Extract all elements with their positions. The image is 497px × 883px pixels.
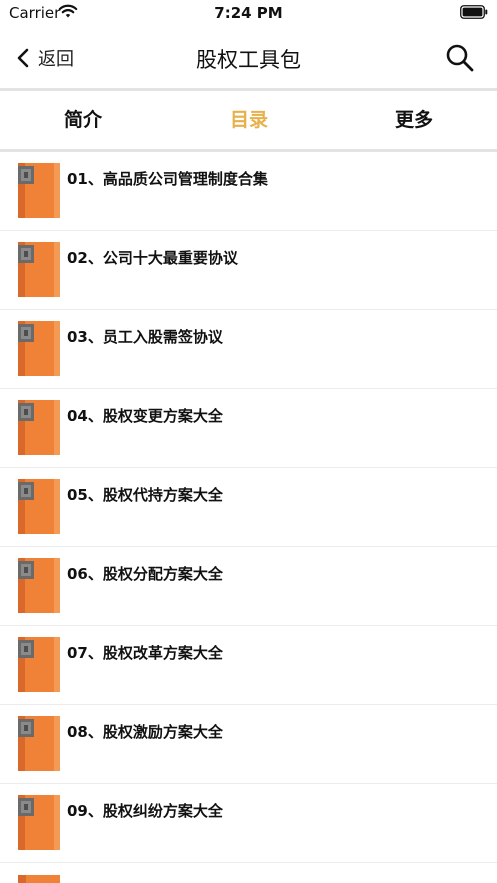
list-item[interactable]: 09、股权纠纷方案大全 (0, 784, 497, 863)
status-bar: Carrier 7:24 PM (0, 0, 497, 26)
battery-icon (460, 5, 488, 19)
list-item[interactable]: 05、股权代持方案大全 (0, 468, 497, 547)
list-item[interactable]: 02、公司十大最重要协议 (0, 231, 497, 310)
list-item-title: 07、股权改革方案大全 (67, 644, 223, 662)
book-icon (18, 400, 60, 455)
list-item-title: 02、公司十大最重要协议 (67, 249, 238, 267)
list-item[interactable]: 07、股权改革方案大全 (0, 626, 497, 705)
tab-contents[interactable]: 目录 (189, 91, 309, 149)
list-item[interactable]: 08、股权激励方案大全 (0, 705, 497, 784)
list-item-title: 01、高品质公司管理制度合集 (67, 170, 268, 188)
tab-more[interactable]: 更多 (354, 91, 474, 149)
list-item[interactable]: 04、股权变更方案大全 (0, 389, 497, 468)
chevron-left-icon (17, 48, 29, 68)
list-item-title: 08、股权激励方案大全 (67, 723, 223, 741)
contents-list: 01、高品质公司管理制度合集 02、公司十大最重要协议 03、员工入股需签协议 04、… (0, 152, 497, 863)
navigation-bar: 返回 股权工具包 (0, 26, 497, 88)
list-item[interactable]: 03、员工入股需签协议 (0, 310, 497, 389)
segment-tab-bar: 简介 目录 更多 (0, 88, 497, 152)
list-item[interactable]: 01、高品质公司管理制度合集 (0, 152, 497, 231)
status-time: 7:24 PM (214, 4, 283, 22)
list-item-title: 06、股权分配方案大全 (67, 565, 223, 583)
book-icon (18, 321, 60, 376)
list-item-title: 05、股权代持方案大全 (67, 486, 223, 504)
book-icon (18, 716, 60, 771)
book-icon (18, 242, 60, 297)
list-item-title: 03、员工入股需签协议 (67, 328, 223, 346)
back-label: 返回 (38, 49, 74, 70)
book-icon (18, 637, 60, 692)
book-icon (18, 875, 60, 883)
book-icon (18, 795, 60, 850)
book-icon (18, 558, 60, 613)
book-icon (18, 163, 60, 218)
list-item[interactable]: 06、股权分配方案大全 (0, 547, 497, 626)
page-title: 股权工具包 (196, 48, 301, 72)
tab-intro[interactable]: 简介 (23, 91, 143, 149)
list-item-title: 04、股权变更方案大全 (67, 407, 223, 425)
list-item-title: 09、股权纠纷方案大全 (67, 802, 223, 820)
book-icon (18, 479, 60, 534)
search-icon[interactable] (444, 42, 476, 74)
back-button[interactable]: 返回 (14, 44, 74, 72)
